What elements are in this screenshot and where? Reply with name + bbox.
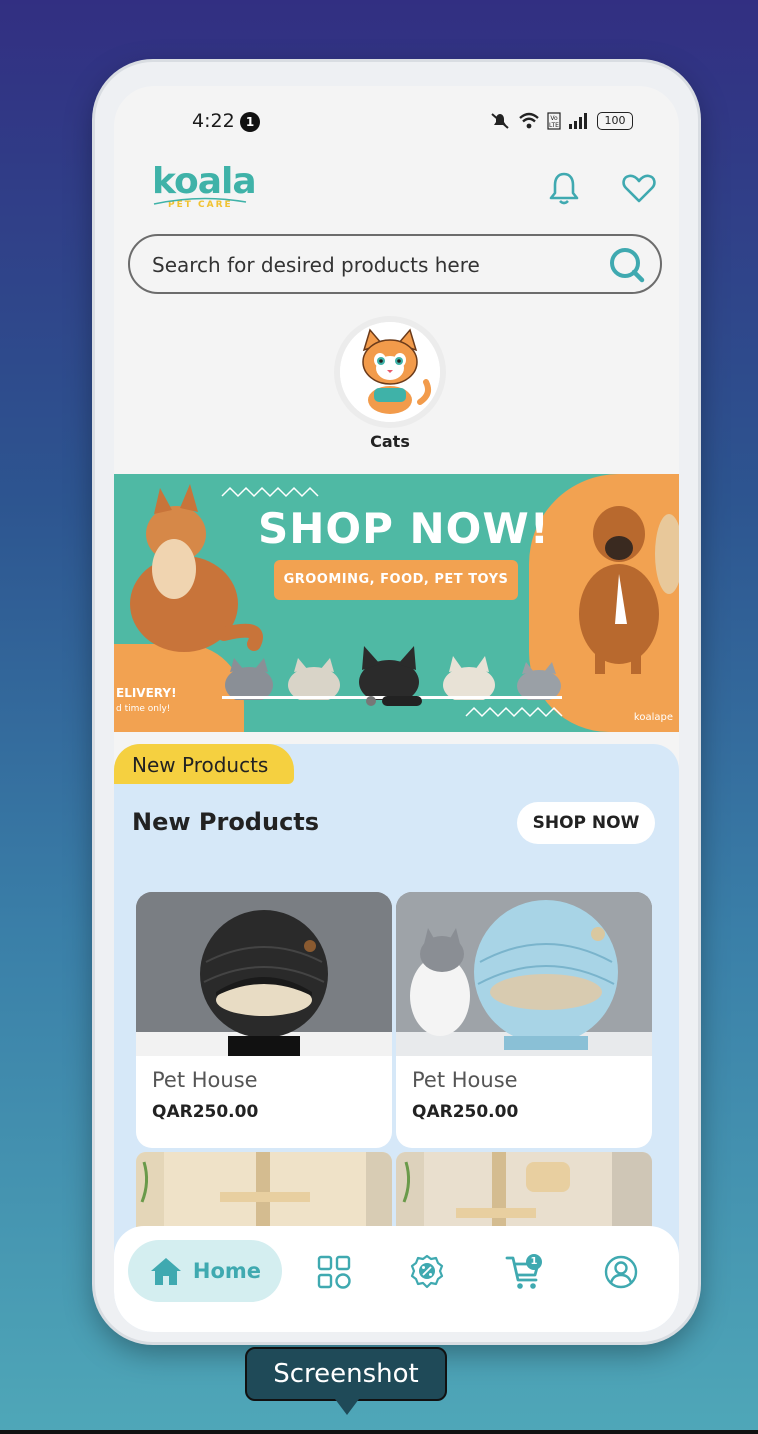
product-image (396, 892, 652, 1056)
bell-icon[interactable] (546, 170, 582, 206)
categories-grid-icon[interactable] (316, 1254, 352, 1290)
battery-icon: 100 (597, 112, 633, 130)
black-pet-house-image (136, 892, 392, 1056)
notification-badge: 1 (240, 112, 260, 132)
shop-now-button[interactable]: SHOP NOW (517, 802, 655, 844)
banner-pagination[interactable] (366, 696, 422, 706)
heart-icon[interactable] (621, 170, 657, 206)
mute-icon (491, 113, 509, 129)
dog-image (579, 506, 679, 674)
search-bar[interactable] (128, 234, 662, 294)
product-name: Pet House (152, 1068, 258, 1092)
profile-icon[interactable] (603, 1254, 639, 1290)
banner-brand-text: koalape (633, 712, 673, 723)
svg-text:Vo: Vo (550, 115, 558, 122)
cat-illustration (340, 322, 440, 422)
banner-left-text: ELIVERY! (116, 686, 177, 700)
pagination-dot[interactable] (366, 696, 376, 706)
product-card[interactable]: Pet House QAR250.00 (396, 892, 652, 1148)
nav-cart[interactable]: 1 (504, 1252, 544, 1292)
logo-text: koala (152, 161, 257, 202)
signal-icon (569, 113, 587, 129)
bottom-nav: Home 1 (114, 1226, 679, 1332)
search-input[interactable] (152, 250, 582, 280)
status-time: 4:22 (192, 110, 235, 132)
product-price: QAR250.00 (152, 1102, 259, 1122)
wifi-icon (519, 112, 539, 129)
svg-text:LTE: LTE (549, 122, 559, 129)
zigzag-decor (221, 486, 319, 498)
home-icon (150, 1258, 181, 1285)
dock-edge (0, 1430, 758, 1434)
tooltip-arrow (335, 1399, 359, 1415)
product-image (136, 892, 392, 1056)
search-icon[interactable] (608, 246, 646, 284)
status-bar: 4:22 1 Vo LTE 100 (114, 110, 679, 136)
new-products-title: New Products (132, 808, 320, 836)
cart-count-badge: 1 (526, 1254, 542, 1270)
new-products-tab[interactable]: New Products (114, 744, 294, 784)
product-price: QAR250.00 (412, 1102, 519, 1122)
product-card[interactable]: Pet House QAR250.00 (136, 892, 392, 1148)
nav-home-label: Home (192, 1259, 262, 1283)
nav-home[interactable]: Home (128, 1240, 282, 1302)
category-cats[interactable]: Cats (340, 322, 440, 451)
banner-title: SHOP NOW! (258, 504, 550, 553)
status-icons: Vo LTE 100 (489, 112, 633, 130)
zigzag-decor-bottom (465, 706, 563, 718)
peeking-pets-image (222, 646, 562, 700)
app-screen: 4:22 1 Vo LTE 100 koala PET CARE Search … (114, 86, 679, 1332)
discount-badge-icon[interactable] (409, 1254, 445, 1290)
orange-cat-image (130, 484, 263, 652)
promo-banner[interactable]: SHOP NOW! GROOMING, FOOD, PET TOYS ELIVE… (114, 474, 679, 732)
logo-swoosh (153, 197, 247, 205)
cat-category-image (340, 322, 440, 422)
volte-icon: VoLTE (547, 112, 561, 130)
banner-left-subtext: d time only! (116, 704, 171, 714)
category-label: Cats (370, 432, 410, 451)
koala-logo[interactable]: koala PET CARE (152, 161, 257, 211)
blue-pet-house-image (396, 892, 652, 1056)
banner-pill: GROOMING, FOOD, PET TOYS (274, 560, 518, 600)
screenshot-tooltip: Screenshot (245, 1347, 447, 1401)
pagination-dot-active[interactable] (382, 696, 422, 706)
product-name: Pet House (412, 1068, 518, 1092)
